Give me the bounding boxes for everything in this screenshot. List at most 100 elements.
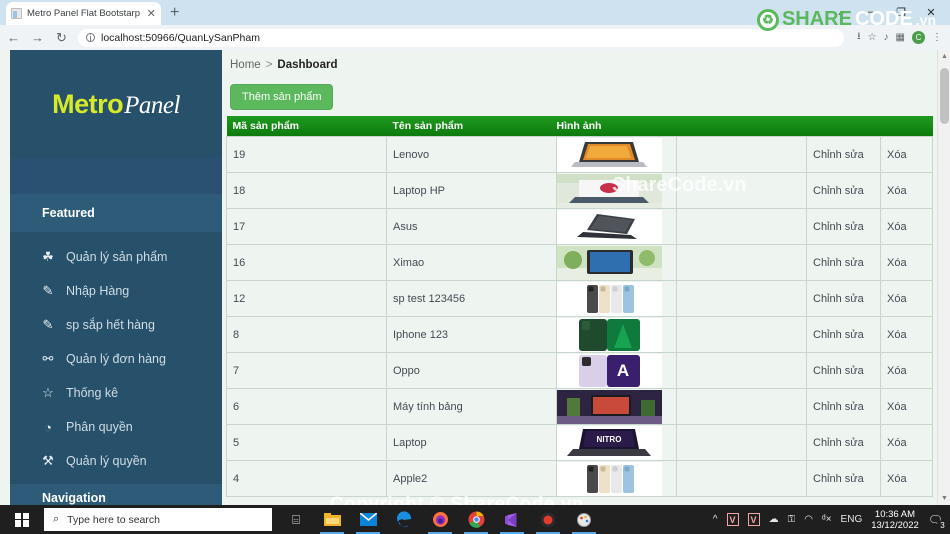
new-tab-button[interactable]: +	[170, 5, 179, 25]
edit-product-link[interactable]: Chỉnh sửa	[813, 401, 864, 413]
close-tab-icon[interactable]: ✕	[146, 7, 156, 20]
sidebar-item-quan-ly-don-hang[interactable]: ⚯ Quản lý đơn hàng	[10, 342, 222, 376]
cell-edit[interactable]: Chỉnh sửa	[806, 136, 881, 173]
edit-product-link[interactable]: Chỉnh sửa	[813, 437, 864, 449]
edit-product-link[interactable]: Chỉnh sửa	[813, 221, 864, 233]
taskbar-app-paint[interactable]	[566, 505, 602, 534]
cell-edit[interactable]: Chỉnh sửa	[806, 208, 881, 245]
delete-product-link[interactable]: Xóa	[887, 437, 907, 449]
taskbar-app-firefox[interactable]	[422, 505, 458, 534]
notification-center-icon[interactable]: 🗨 3	[928, 513, 948, 531]
taskbar-clock[interactable]: 10:36 AM 13/12/2022	[871, 509, 919, 531]
scroll-up-icon[interactable]: ▲	[938, 50, 950, 63]
menu-icon[interactable]: ⋮	[932, 32, 942, 43]
acer-nitro-thumbnail: NITRO	[557, 425, 662, 460]
reading-list-icon[interactable]: ▦	[896, 32, 905, 43]
delete-product-link[interactable]: Xóa	[887, 329, 907, 341]
sidebar-item-quan-ly-san-pham[interactable]: ☘ Quản lý sản phẩm	[10, 240, 222, 274]
taskbar-app-visual-studio[interactable]	[494, 505, 530, 534]
tray-icon-v1[interactable]: V	[726, 513, 739, 526]
cell-delete[interactable]: Xóa	[880, 424, 933, 461]
maximize-button[interactable]: ❐	[886, 1, 916, 23]
cell-delete[interactable]: Xóa	[880, 244, 933, 281]
cell-delete[interactable]: Xóa	[880, 172, 933, 209]
delete-product-link[interactable]: Xóa	[887, 293, 907, 305]
sidebar-item-sp-sap-het-hang[interactable]: ✎ sp sắp hết hàng	[10, 308, 222, 342]
tablet-desk-thumbnail	[557, 389, 662, 424]
tray-volume-icon[interactable]: ᵈ×	[822, 514, 832, 525]
sidebar-item-quan-ly-quyen[interactable]: ⚒ Quản lý quyền	[10, 444, 222, 478]
delete-product-link[interactable]: Xóa	[887, 365, 907, 377]
start-button[interactable]	[0, 505, 44, 534]
taskbar-app-file-explorer[interactable]	[314, 505, 350, 534]
brand-logo[interactable]: MetroPanel	[10, 50, 222, 158]
tab-search-icon[interactable]: ⌄	[826, 1, 856, 23]
tray-icon-v2[interactable]: V	[747, 513, 760, 526]
close-window-button[interactable]: ✕	[916, 1, 946, 23]
page-scrollbar[interactable]: ▲ ▼	[937, 50, 950, 505]
edit-product-link[interactable]: Chỉnh sửa	[813, 329, 864, 341]
edit-product-link[interactable]: Chỉnh sửa	[813, 365, 864, 377]
add-product-button[interactable]: Thêm sản phẩm	[230, 84, 334, 110]
back-icon[interactable]: ←	[6, 30, 21, 45]
task-view-button[interactable]: ⌸	[278, 505, 314, 534]
media-icon[interactable]: ♪	[884, 32, 889, 43]
edit-product-link[interactable]: Chỉnh sửa	[813, 185, 864, 197]
cell-edit[interactable]: Chỉnh sửa	[806, 280, 881, 317]
taskbar-app-chrome[interactable]	[458, 505, 494, 534]
sidebar-item-phan-quyen[interactable]: ◔ Phân quyền	[10, 410, 222, 444]
profile-icon[interactable]: C	[912, 31, 925, 44]
tray-cloud-icon[interactable]: ☁	[769, 514, 779, 525]
toolbar-icons: ⭳ ☆ ♪ ▦ C ⋮	[857, 29, 944, 46]
breadcrumb-home[interactable]: Home	[230, 59, 261, 71]
cell-delete[interactable]: Xóa	[880, 280, 933, 317]
cell-edit[interactable]: Chỉnh sửa	[806, 172, 881, 209]
delete-product-link[interactable]: Xóa	[887, 473, 907, 485]
taskbar-app-record[interactable]	[530, 505, 566, 534]
scrollbar-thumb[interactable]	[940, 68, 949, 124]
cell-edit[interactable]: Chỉnh sửa	[806, 244, 881, 281]
cell-edit[interactable]: Chỉnh sửa	[806, 388, 881, 425]
table-row: 6 Máy tính bảng Chỉnh sửa Xóa	[226, 388, 933, 425]
address-bar[interactable]: i localhost:50966/QuanLySanPham	[78, 28, 845, 47]
reload-icon[interactable]: ↻	[54, 30, 69, 46]
tray-wifi-icon[interactable]: ◠	[804, 514, 813, 525]
tray-language-indicator[interactable]: ENG	[841, 514, 863, 525]
scroll-down-icon[interactable]: ▼	[938, 492, 950, 505]
delete-product-link[interactable]: Xóa	[887, 185, 907, 197]
bookmark-star-icon[interactable]: ☆	[868, 32, 877, 43]
sidebar-item-thong-ke[interactable]: ☆ Thống kê	[10, 376, 222, 410]
cell-delete[interactable]: Xóa	[880, 136, 933, 173]
delete-product-link[interactable]: Xóa	[887, 149, 907, 161]
tray-expand-icon[interactable]: ^	[713, 514, 718, 525]
tray-key-icon[interactable]: ⚿	[788, 514, 796, 525]
cell-product-name: Apple2	[386, 460, 557, 497]
sidebar-item-nhap-hang[interactable]: ✎ Nhập Hàng	[10, 274, 222, 308]
delete-product-link[interactable]: Xóa	[887, 401, 907, 413]
taskbar-app-edge[interactable]	[386, 505, 422, 534]
cell-delete[interactable]: Xóa	[880, 316, 933, 353]
minimize-button[interactable]: –	[856, 1, 886, 23]
cell-delete[interactable]: Xóa	[880, 208, 933, 245]
taskbar-search-input[interactable]: ⌕ Type here to search	[44, 508, 272, 531]
cell-delete[interactable]: Xóa	[880, 352, 933, 389]
cell-edit[interactable]: Chỉnh sửa	[806, 424, 881, 461]
delete-product-link[interactable]: Xóa	[887, 257, 907, 269]
cell-delete[interactable]: Xóa	[880, 388, 933, 425]
taskbar-app-mail[interactable]	[350, 505, 386, 534]
edit-product-link[interactable]: Chỉnh sửa	[813, 473, 864, 485]
browser-tab[interactable]: Metro Panel Flat Bootstarp Respo ✕	[6, 2, 161, 25]
edit-product-link[interactable]: Chỉnh sửa	[813, 293, 864, 305]
edit-product-link[interactable]: Chỉnh sửa	[813, 257, 864, 269]
forward-icon[interactable]: →	[30, 30, 45, 45]
cell-delete[interactable]: Xóa	[880, 460, 933, 497]
site-info-icon[interactable]: i	[86, 33, 95, 43]
cell-edit[interactable]: Chỉnh sửa	[806, 460, 881, 497]
address-bar-url: localhost:50966/QuanLySanPham	[101, 31, 260, 44]
table-header-row: Mã sản phẩm Tên sản phẩm Hình ảnh	[226, 116, 933, 137]
share-icon[interactable]: ⭳	[857, 29, 861, 46]
cell-edit[interactable]: Chỉnh sửa	[806, 316, 881, 353]
delete-product-link[interactable]: Xóa	[887, 221, 907, 233]
edit-product-link[interactable]: Chỉnh sửa	[813, 149, 864, 161]
cell-edit[interactable]: Chỉnh sửa	[806, 352, 881, 389]
